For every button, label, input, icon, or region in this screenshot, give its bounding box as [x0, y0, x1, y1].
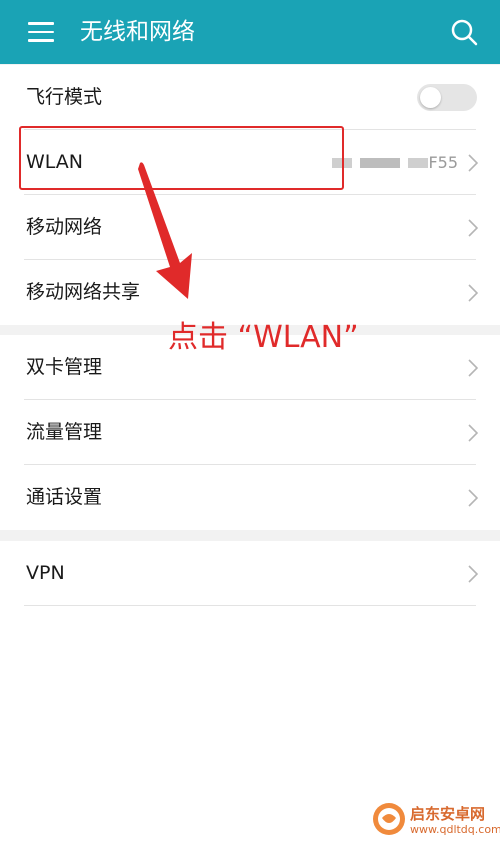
chevron-right-icon [468, 154, 478, 172]
row-data-usage[interactable]: 流量管理 [0, 400, 500, 465]
watermark-url: www.qdltdq.com [410, 823, 500, 836]
chevron-right-icon [468, 359, 478, 377]
tap-wlan-annotation: 点击 “WLAN” [168, 320, 359, 355]
settings-group-sim: 双卡管理 流量管理 通话设置 [0, 335, 500, 530]
chevron-right-icon [468, 565, 478, 583]
toggle-knob [420, 87, 441, 108]
mobile-network-label: 移动网络 [26, 216, 103, 238]
chevron-right-icon [468, 284, 478, 302]
call-settings-label: 通话设置 [26, 486, 103, 508]
watermark-name: 启东安卓网 [410, 805, 486, 823]
chevron-right-icon [468, 219, 478, 237]
chevron-right-icon [468, 489, 478, 507]
row-call-settings[interactable]: 通话设置 [0, 465, 500, 530]
data-usage-label: 流量管理 [26, 421, 103, 443]
app-bar: 无线和网络 [0, 0, 500, 64]
blurred-ssid [408, 158, 428, 168]
vpn-label: VPN [26, 562, 65, 584]
airplane-mode-label: 飞行模式 [26, 86, 103, 108]
search-icon[interactable] [448, 16, 480, 48]
wlan-network-name: F55 [428, 153, 458, 172]
row-mobile-network[interactable]: 移动网络 [0, 195, 500, 260]
dual-sim-label: 双卡管理 [26, 356, 103, 378]
site-watermark: 启东安卓网 www.qdltdq.com [372, 800, 500, 840]
airplane-mode-toggle[interactable] [417, 84, 477, 111]
menu-icon[interactable] [28, 22, 54, 42]
row-vpn[interactable]: VPN [0, 541, 500, 606]
watermark-logo-icon [373, 803, 405, 835]
blurred-ssid [360, 158, 400, 168]
divider [24, 605, 476, 606]
tethering-label: 移动网络共享 [26, 281, 141, 303]
page-title: 无线和网络 [80, 19, 195, 45]
settings-group-vpn: VPN [0, 541, 500, 842]
red-arrow-icon [138, 162, 192, 299]
chevron-right-icon [468, 424, 478, 442]
